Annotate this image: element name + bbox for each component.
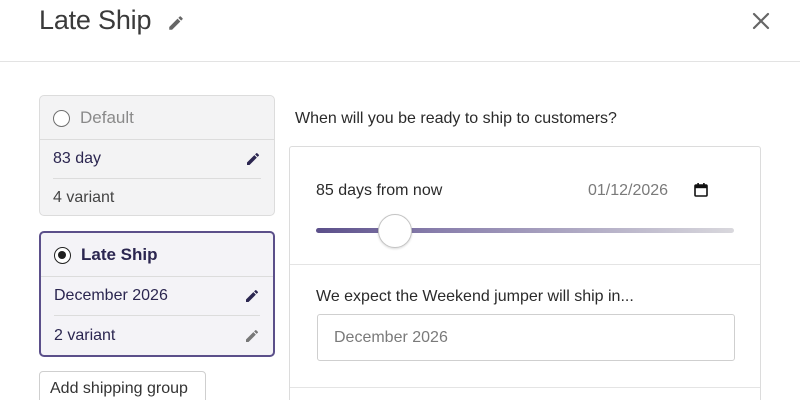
shipping-group-header[interactable]: Late Ship (41, 233, 273, 277)
calendar-icon[interactable] (693, 182, 709, 198)
shipping-group-row: 4 variant (53, 179, 261, 217)
question-heading: When will you be ready to ship to custom… (295, 110, 617, 127)
shipping-group-card-default[interactable]: Default 83 day 4 variant (39, 95, 275, 216)
shipping-group-card-late-ship[interactable]: Late Ship December 2026 2 variant (39, 231, 275, 357)
ship-estimate-label: We expect the Weekend jumper will ship i… (316, 288, 634, 305)
shipping-group-row: 83 day (53, 140, 261, 178)
pencil-icon[interactable] (245, 151, 261, 167)
days-from-now-label: 85 days from now (316, 182, 443, 199)
ship-date-panel: 85 days from now 01/12/2026 We expect th… (289, 146, 761, 400)
modal-header: Late Ship (0, 0, 800, 62)
shipping-group-row: December 2026 (54, 277, 260, 315)
slider-thumb[interactable] (378, 214, 413, 248)
close-icon[interactable] (750, 10, 772, 32)
add-shipping-group-button[interactable]: Add shipping group (39, 371, 206, 400)
radio-button[interactable] (53, 109, 70, 127)
shipping-time-text: 83 day (53, 150, 102, 167)
pencil-icon[interactable] (244, 288, 260, 304)
shipping-group-header[interactable]: Default (40, 96, 274, 140)
shipping-group-title: Default (80, 108, 134, 127)
pencil-icon[interactable] (244, 328, 260, 344)
radio-button[interactable] (54, 246, 71, 264)
ship-month-input[interactable] (317, 314, 735, 361)
shipping-group-row: 2 variant (54, 317, 260, 355)
divider (54, 315, 260, 316)
shipping-time-text: December 2026 (54, 287, 168, 304)
variant-count-text: 4 variant (53, 189, 115, 206)
ship-date-slider[interactable] (316, 214, 734, 248)
date-input[interactable]: 01/12/2026 (588, 182, 668, 200)
divider (290, 387, 760, 388)
pencil-icon[interactable] (167, 14, 185, 32)
page-title: Late Ship (39, 5, 152, 35)
divider (290, 264, 760, 265)
shipping-group-title: Late Ship (81, 245, 158, 264)
variant-count-text: 2 variant (54, 327, 116, 344)
